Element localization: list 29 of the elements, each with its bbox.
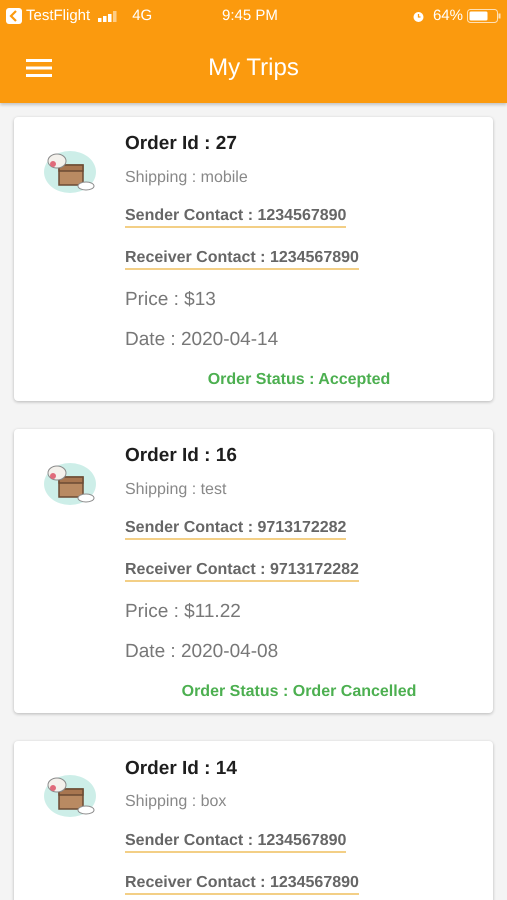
order-status: Order Status : Accepted xyxy=(208,370,390,390)
alarm-icon xyxy=(412,10,425,22)
battery-percent: 64% xyxy=(432,6,463,26)
sender-contact-link[interactable]: Sender Contact : 1234567890 xyxy=(125,206,346,228)
back-icon[interactable] xyxy=(6,8,22,24)
shipping-text: Shipping : test xyxy=(125,480,226,500)
receiver-contact-link[interactable]: Receiver Contact : 1234567890 xyxy=(125,248,359,270)
page-title: My Trips xyxy=(208,52,299,82)
order-status: Order Status : Order Cancelled xyxy=(182,682,416,702)
date-text: Date : 2020-04-08 xyxy=(125,640,278,664)
battery-icon xyxy=(467,9,501,23)
network-label: 4G xyxy=(132,6,152,26)
price-text: Price : $11.22 xyxy=(125,600,241,624)
order-card[interactable]: Order Id : 27 Shipping : mobile Sender Contact : 1234567890 Receiver Contact : 1234567890 Price : $13 Date : 2020-04-14 Order Status : Accepted xyxy=(14,117,493,401)
order-id: Order Id : 14 xyxy=(125,756,237,780)
clock: 9:45 PM xyxy=(222,6,278,26)
order-id: Order Id : 27 xyxy=(125,132,237,156)
menu-icon[interactable] xyxy=(26,58,52,78)
sender-contact-link[interactable]: Sender Contact : 1234567890 xyxy=(125,831,346,853)
date-text: Date : 2020-04-14 xyxy=(125,328,278,352)
order-card[interactable]: Order Id : 14 Shipping : box Sender Contact : 1234567890 Receiver Contact : 1234567890 xyxy=(14,741,493,900)
order-id: Order Id : 16 xyxy=(125,444,237,468)
shipping-text: Shipping : box xyxy=(125,792,226,812)
receiver-contact-link[interactable]: Receiver Contact : 1234567890 xyxy=(125,873,359,895)
receiver-contact-link[interactable]: Receiver Contact : 9713172282 xyxy=(125,560,359,582)
shipping-text: Shipping : mobile xyxy=(125,168,248,188)
sender-contact-link[interactable]: Sender Contact : 9713172282 xyxy=(125,518,346,540)
price-text: Price : $13 xyxy=(125,288,216,312)
order-card[interactable]: Order Id : 16 Shipping : test Sender Contact : 9713172282 Receiver Contact : 9713172282 Price : $11.22 Date : 2020-04-08 Order Status : Order Cancelled xyxy=(14,429,493,713)
